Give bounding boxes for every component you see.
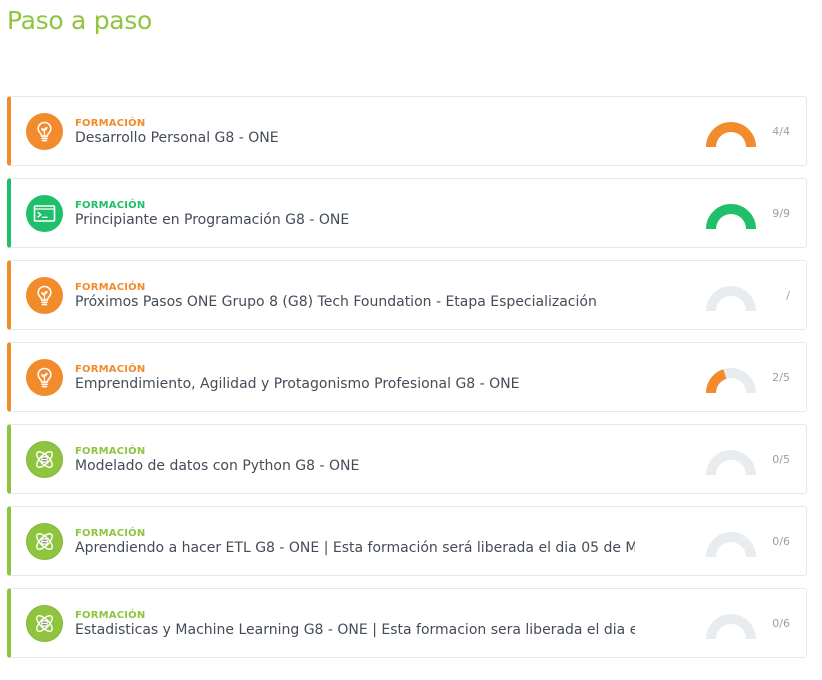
card-title[interactable]: Desarrollo Personal G8 - ONE [75, 130, 635, 146]
course-card[interactable]: FORMACIÓN Desarrollo Personal G8 - ONE 4… [7, 96, 807, 166]
progress-count: 2/5 [772, 371, 790, 384]
course-card[interactable]: FORMACIÓN Aprendiendo a hacer ETL G8 - O… [7, 506, 807, 576]
atom-icon-glyph [36, 451, 53, 468]
card-category: FORMACIÓN [75, 610, 146, 621]
card-title[interactable]: Principiante en Programación G8 - ONE [75, 212, 635, 228]
gauge-track [706, 614, 756, 639]
gauge-fill [706, 204, 756, 229]
atom-icon [26, 605, 63, 642]
lightbulb-icon-glyph [37, 367, 52, 388]
lightbulb-icon [26, 277, 63, 314]
lightbulb-icon-glyph [37, 121, 52, 142]
progress-gauge [706, 204, 756, 229]
course-card[interactable]: FORMACIÓN Modelado de datos con Python G… [7, 424, 807, 494]
progress-count: / [786, 289, 790, 302]
atom-icon-glyph [36, 533, 53, 550]
progress-count: 0/6 [772, 535, 790, 548]
gauge-track [706, 450, 756, 475]
card-title[interactable]: Modelado de datos con Python G8 - ONE [75, 458, 635, 474]
terminal-icon [26, 195, 63, 232]
card-category: FORMACIÓN [75, 446, 146, 457]
atom-icon-glyph [36, 615, 53, 632]
progress-gauge [706, 286, 756, 311]
progress-gauge [706, 122, 756, 147]
page-title: Paso a paso [7, 6, 153, 35]
course-card[interactable]: FORMACIÓN Próximos Pasos ONE Grupo 8 (G8… [7, 260, 807, 330]
card-title[interactable]: Aprendiendo a hacer ETL G8 - ONE | Esta … [75, 540, 635, 556]
progress-gauge [706, 614, 756, 639]
gauge-track [706, 532, 756, 557]
card-title[interactable]: Estadisticas y Machine Learning G8 - ONE… [75, 622, 635, 638]
lightbulb-icon [26, 113, 63, 150]
course-card[interactable]: FORMACIÓN Principiante en Programación G… [7, 178, 807, 248]
gauge-fill [706, 122, 756, 147]
progress-count: 4/4 [772, 125, 790, 138]
card-category: FORMACIÓN [75, 364, 146, 375]
card-category: FORMACIÓN [75, 118, 146, 129]
course-list: FORMACIÓN Desarrollo Personal G8 - ONE 4… [7, 96, 807, 670]
progress-gauge [706, 532, 756, 557]
gauge-track [706, 286, 756, 311]
card-title[interactable]: Emprendimiento, Agilidad y Protagonismo … [75, 376, 635, 392]
card-category: FORMACIÓN [75, 200, 146, 211]
course-card[interactable]: FORMACIÓN Estadisticas y Machine Learnin… [7, 588, 807, 658]
card-title[interactable]: Próximos Pasos ONE Grupo 8 (G8) Tech Fou… [75, 294, 635, 310]
progress-gauge [706, 450, 756, 475]
card-category: FORMACIÓN [75, 282, 146, 293]
lightbulb-icon-glyph [37, 285, 52, 306]
progress-count: 9/9 [772, 207, 790, 220]
progress-gauge [706, 368, 756, 393]
gauge-fill [706, 369, 727, 393]
progress-count: 0/5 [772, 453, 790, 466]
course-card[interactable]: FORMACIÓN Emprendimiento, Agilidad y Pro… [7, 342, 807, 412]
card-category: FORMACIÓN [75, 528, 146, 539]
lightbulb-icon [26, 359, 63, 396]
progress-count: 0/6 [772, 617, 790, 630]
atom-icon [26, 523, 63, 560]
atom-icon [26, 441, 63, 478]
terminal-icon-glyph [33, 205, 56, 222]
